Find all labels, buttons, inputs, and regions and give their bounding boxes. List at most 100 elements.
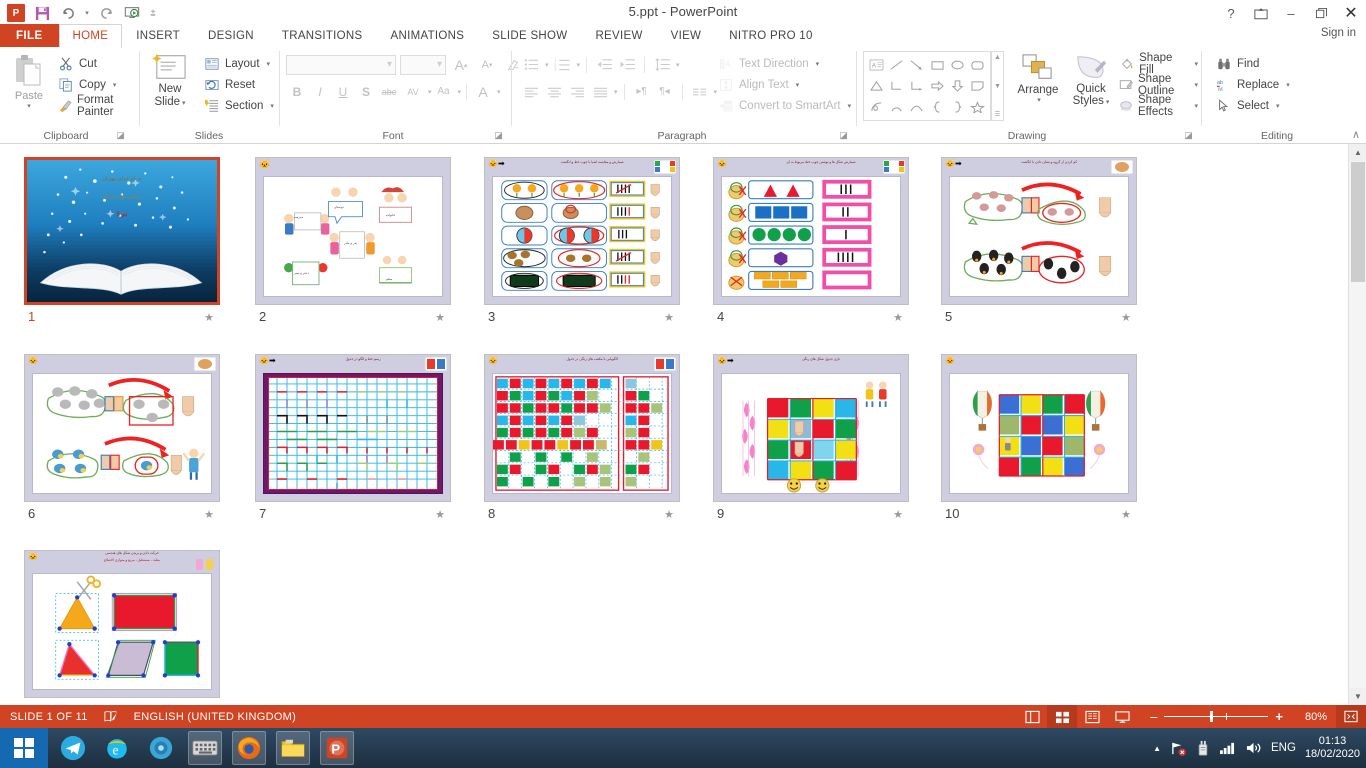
- slide-7-canvas[interactable]: 🐱➡ رسم خط و الگو در جدول: [255, 354, 451, 502]
- right-brace-shape-icon[interactable]: [947, 97, 967, 118]
- language-indicator-tray[interactable]: ENG: [1271, 742, 1296, 754]
- shape-outline-button[interactable]: Shape Outline ▾: [1115, 74, 1202, 95]
- slide-4-canvas[interactable]: 🐱 شمارش شکل ها و نوشتن چوب خط مربوط به آ…: [713, 157, 909, 305]
- tab-view[interactable]: VIEW: [657, 24, 716, 47]
- slide-1-canvas[interactable]: به نام خدای مهربان ریاضی اول دبستان تم 5: [24, 157, 220, 305]
- slide-thumbnail-7[interactable]: 🐱➡ رسم خط و الگو در جدول: [255, 354, 451, 502]
- copy-dropdown-caret[interactable]: ▾: [113, 81, 117, 89]
- tab-insert[interactable]: INSERT: [122, 24, 194, 47]
- section-button[interactable]: Section ▾: [200, 95, 278, 116]
- font-color-button[interactable]: A: [472, 81, 494, 102]
- slide-thumbnail-1[interactable]: به نام خدای مهربان ریاضی اول دبستان تم 5…: [24, 157, 220, 305]
- usb-icon[interactable]: [1196, 740, 1210, 756]
- slide-thumbnail-8[interactable]: 🐱 الگویابی با مکعب های رنگی در جدول: [484, 354, 680, 502]
- slide-3-animation-icon[interactable]: ★: [664, 311, 674, 324]
- slide-5-animation-icon[interactable]: ★: [1121, 311, 1131, 324]
- text-direction-button[interactable]: A Text Direction ▾: [714, 53, 855, 74]
- increase-font-size-button[interactable]: A▴: [450, 54, 472, 75]
- clock[interactable]: 01:13 18/02/2020: [1305, 735, 1360, 761]
- oval-shape-icon[interactable]: [947, 54, 967, 75]
- scroll-down-button[interactable]: ▼: [1349, 688, 1366, 705]
- shape-outline-caret[interactable]: ▾: [1194, 81, 1198, 89]
- scrollbar-thumb[interactable]: [1351, 162, 1365, 282]
- elbow-connector-icon[interactable]: [886, 75, 906, 96]
- minimize-button[interactable]: –: [1276, 0, 1306, 26]
- paragraph-dialog-launcher[interactable]: ◪: [838, 130, 849, 141]
- down-arrow-shape-icon[interactable]: [947, 75, 967, 96]
- zoom-knob[interactable]: [1210, 711, 1213, 722]
- file-explorer-icon[interactable]: [276, 731, 310, 765]
- taskbar-apps[interactable]: e P: [56, 728, 354, 768]
- slide-thumbnail-2[interactable]: 🐱: [255, 157, 451, 305]
- text-shadow-button[interactable]: S: [355, 81, 377, 102]
- window-controls[interactable]: ? – ✕: [1216, 0, 1366, 26]
- shape-fill-caret[interactable]: ▾: [1194, 60, 1198, 68]
- shape-effects-caret[interactable]: ▾: [1194, 102, 1198, 110]
- format-painter-button[interactable]: Format Painter: [54, 95, 140, 116]
- slide-thumbnail-11[interactable]: 🐱 حرکت دادن و بریدن شکل های هندسی مثلث ،…: [24, 550, 220, 698]
- section-caret[interactable]: ▾: [270, 102, 274, 110]
- shape-effects-button[interactable]: Shape Effects ▾: [1115, 95, 1202, 116]
- increase-indent-button[interactable]: [616, 54, 638, 75]
- slide-thumbnail-4[interactable]: 🐱 شمارش شکل ها و نوشتن چوب خط مربوط به آ…: [713, 157, 909, 305]
- rounded-rectangle-shape-icon[interactable]: [968, 54, 988, 75]
- copy-button[interactable]: Copy ▾: [54, 74, 140, 95]
- new-slide-button[interactable]: New Slide▾: [145, 51, 195, 127]
- select-button[interactable]: Select ▾: [1212, 95, 1294, 116]
- select-caret[interactable]: ▾: [1276, 102, 1280, 110]
- change-case-caret[interactable]: ▾: [458, 88, 462, 96]
- telegram-icon[interactable]: [56, 731, 90, 765]
- close-button[interactable]: ✕: [1336, 0, 1366, 26]
- ribbon-display-options-icon[interactable]: [1246, 0, 1276, 26]
- align-center-button[interactable]: [543, 81, 565, 102]
- triangle-shape-icon[interactable]: [866, 75, 886, 96]
- quick-styles-caret[interactable]: ▾: [1106, 99, 1110, 106]
- internet-explorer-icon[interactable]: e: [100, 731, 134, 765]
- zoom-in-button[interactable]: +: [1268, 709, 1290, 724]
- slide-thumbnail-5[interactable]: 🐱➡ کم کردن از گروه و نشان دادن با انگشت: [941, 157, 1137, 305]
- arc-shape-icon[interactable]: [886, 97, 906, 118]
- reset-button[interactable]: Reset: [200, 74, 278, 95]
- tab-design[interactable]: DESIGN: [194, 24, 268, 47]
- paste-button[interactable]: Paste ▾: [6, 51, 52, 121]
- rectangle-shape-icon[interactable]: [927, 54, 947, 75]
- bullets-caret[interactable]: ▾: [545, 61, 549, 69]
- volume-icon[interactable]: [1245, 741, 1262, 755]
- slide-1-animation-icon[interactable]: ★: [204, 311, 214, 324]
- signal-icon[interactable]: [1219, 741, 1236, 755]
- shapes-gallery-scroll[interactable]: ▲ ▼ ☰: [991, 51, 1004, 121]
- quick-styles-button[interactable]: Quick Styles▾: [1066, 53, 1116, 109]
- line-spacing-caret[interactable]: ▾: [676, 61, 680, 69]
- sign-in-link[interactable]: Sign in: [1321, 27, 1356, 39]
- slide-sorter-view-button[interactable]: [1047, 705, 1077, 728]
- scroll-up-button[interactable]: ▲: [1349, 144, 1366, 161]
- tab-transitions[interactable]: TRANSITIONS: [268, 24, 377, 47]
- slide-sorter-pane[interactable]: به نام خدای مهربان ریاضی اول دبستان تم 5…: [0, 144, 1348, 705]
- drawing-dialog-launcher[interactable]: ◪: [1183, 130, 1194, 141]
- font-color-caret[interactable]: ▾: [497, 88, 501, 96]
- scribble-shape-icon[interactable]: [866, 97, 886, 118]
- line-shape-icon[interactable]: [886, 54, 906, 75]
- replace-caret[interactable]: ▾: [1286, 81, 1290, 89]
- rtl-text-direction-button[interactable]: ¶◂: [654, 81, 676, 102]
- slide-6-animation-icon[interactable]: ★: [204, 508, 214, 521]
- right-arrow-shape-icon[interactable]: [927, 75, 947, 96]
- zoom-out-button[interactable]: –: [1143, 709, 1164, 724]
- firefox-icon[interactable]: [232, 731, 266, 765]
- left-brace-shape-icon[interactable]: [927, 97, 947, 118]
- reading-view-button[interactable]: [1077, 705, 1107, 728]
- gallery-scroll-up-icon[interactable]: ▲: [994, 54, 1001, 61]
- tab-review[interactable]: REVIEW: [581, 24, 656, 47]
- tab-animations[interactable]: ANIMATIONS: [377, 24, 479, 47]
- zoom-level-label[interactable]: 80%: [1296, 711, 1336, 723]
- slide-show-view-button[interactable]: [1107, 705, 1137, 728]
- restore-button[interactable]: [1306, 0, 1336, 26]
- slide-6-canvas[interactable]: 🐱: [24, 354, 220, 502]
- layout-button[interactable]: Layout ▾: [200, 53, 278, 74]
- spelling-icon[interactable]: [98, 710, 124, 723]
- find-button[interactable]: Find: [1212, 53, 1294, 74]
- font-name-combo[interactable]: ▾: [286, 55, 396, 75]
- cut-button[interactable]: Cut: [54, 53, 140, 74]
- slide-thumbnail-6[interactable]: 🐱: [24, 354, 220, 502]
- shape-fill-button[interactable]: Shape Fill ▾: [1115, 53, 1202, 74]
